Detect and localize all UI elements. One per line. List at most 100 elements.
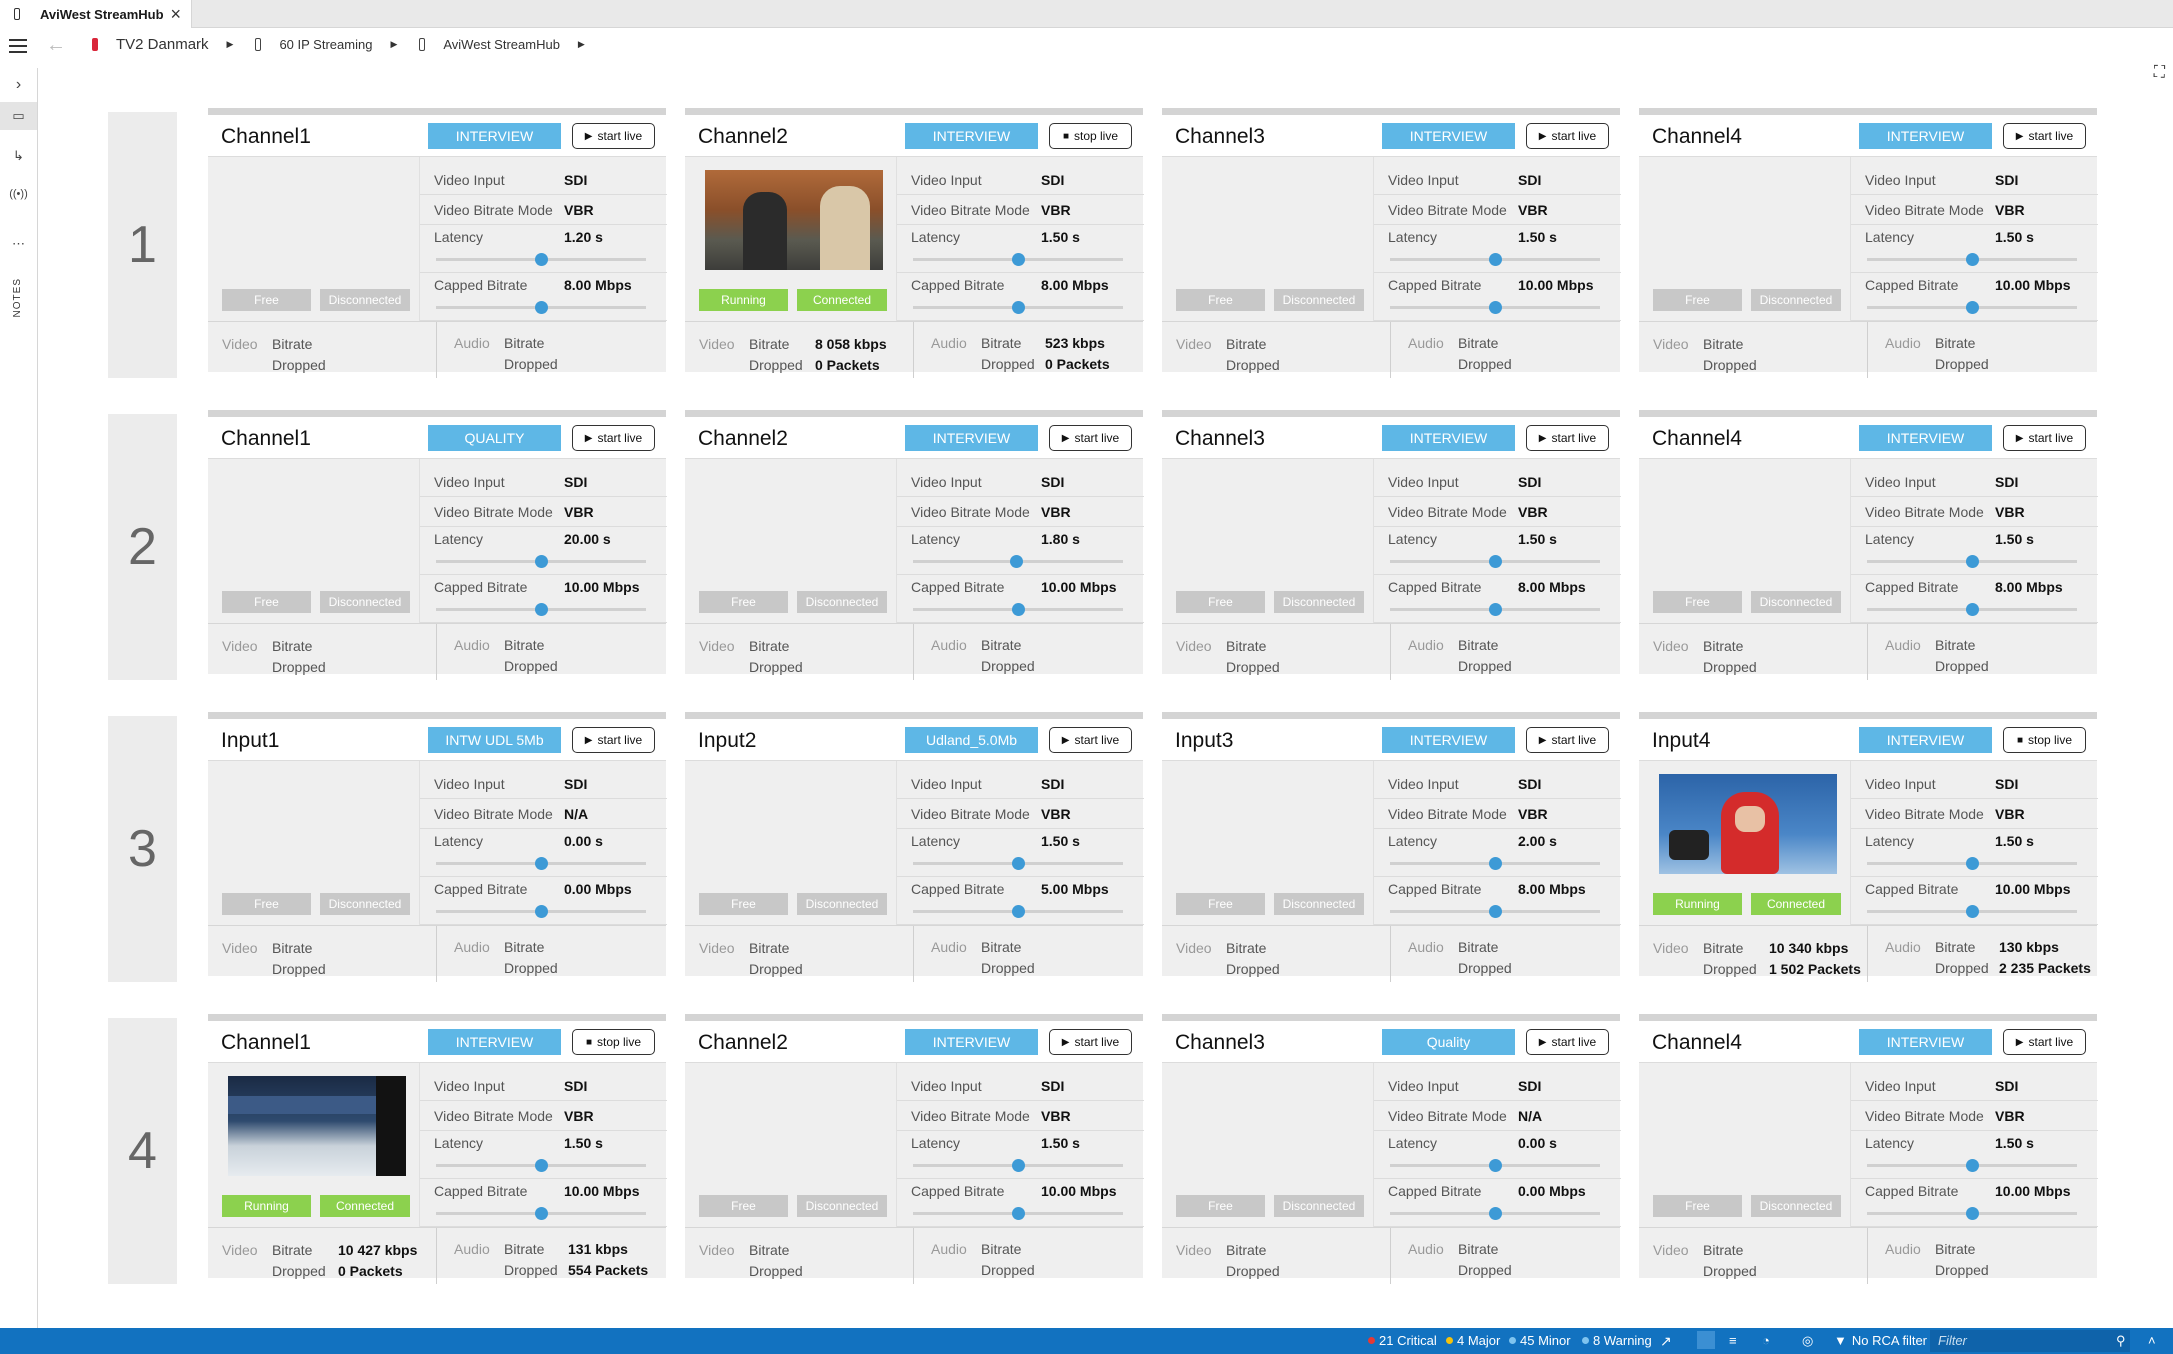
latency-slider[interactable] — [1867, 555, 2077, 568]
latency-slider[interactable] — [913, 857, 1123, 870]
profile-button[interactable]: Udland_5.0Mb — [905, 727, 1038, 753]
setting-value[interactable]: SDI — [1518, 474, 1541, 490]
capped-slider[interactable] — [913, 301, 1123, 314]
capped-slider[interactable] — [1390, 1207, 1600, 1220]
live-toggle-button[interactable]: ▶ start live — [1526, 123, 1609, 149]
setting-value[interactable]: VBR — [564, 1108, 594, 1124]
slider-handle[interactable] — [1489, 603, 1502, 616]
capped-slider[interactable] — [436, 603, 646, 616]
slider-handle[interactable] — [535, 905, 548, 918]
slider-handle[interactable] — [1489, 555, 1502, 568]
profile-button[interactable]: Quality — [1382, 1029, 1515, 1055]
live-toggle-button[interactable]: ■ stop live — [572, 1029, 655, 1055]
setting-value[interactable]: N/A — [1518, 1108, 1542, 1124]
clock-icon[interactable]: ◔ — [1762, 1333, 1770, 1348]
setting-value[interactable]: SDI — [564, 776, 587, 792]
sort-icon[interactable]: ≡ — [1729, 1333, 1737, 1348]
setting-value[interactable]: VBR — [1995, 1108, 2025, 1124]
live-toggle-button[interactable]: ■ stop live — [1049, 123, 1132, 149]
live-toggle-button[interactable]: ▶ start live — [1526, 727, 1609, 753]
slider-handle[interactable] — [1966, 253, 1979, 266]
setting-value[interactable]: SDI — [564, 172, 587, 188]
setting-value[interactable]: VBR — [564, 202, 594, 218]
profile-button[interactable]: INTERVIEW — [1382, 727, 1515, 753]
setting-value[interactable]: SDI — [1041, 172, 1064, 188]
setting-value[interactable]: VBR — [1041, 806, 1071, 822]
profile-button[interactable]: INTERVIEW — [1859, 123, 1992, 149]
more-icon[interactable]: ⋯ — [0, 233, 37, 255]
video-preview[interactable] — [705, 170, 883, 270]
setting-value[interactable]: VBR — [1518, 202, 1548, 218]
capped-slider[interactable] — [1867, 603, 2077, 616]
capped-slider[interactable] — [1867, 905, 2077, 918]
slider-handle[interactable] — [1489, 301, 1502, 314]
profile-button[interactable]: INTERVIEW — [1382, 425, 1515, 451]
slider-handle[interactable] — [1489, 1207, 1502, 1220]
live-toggle-button[interactable]: ▶ start live — [1526, 425, 1609, 451]
live-toggle-button[interactable]: ▶ start live — [1049, 425, 1132, 451]
latency-slider[interactable] — [913, 555, 1123, 568]
capped-slider[interactable] — [1867, 301, 2077, 314]
document-tab[interactable]: AviWest StreamHub × — [0, 0, 192, 28]
breadcrumb-item-tv2[interactable]: TV2 Danmark ▶ — [92, 36, 233, 53]
capped-slider[interactable] — [1390, 905, 1600, 918]
caret-right-icon[interactable]: ▶ — [390, 39, 397, 50]
filter-input[interactable]: Filter — [1930, 1330, 2130, 1352]
slider-handle[interactable] — [1012, 905, 1025, 918]
notes-tab[interactable]: NOTES — [12, 278, 23, 317]
latency-slider[interactable] — [1390, 253, 1600, 266]
slider-handle[interactable] — [1966, 555, 1979, 568]
profile-button[interactable]: INTERVIEW — [428, 123, 561, 149]
setting-value[interactable]: SDI — [1041, 474, 1064, 490]
slider-handle[interactable] — [1012, 857, 1025, 870]
setting-value[interactable]: SDI — [1995, 474, 2018, 490]
major-count[interactable]: 4 Major — [1446, 1333, 1500, 1348]
latency-slider[interactable] — [913, 1159, 1123, 1172]
profile-button[interactable]: INTW UDL 5Mb — [428, 727, 561, 753]
setting-value[interactable]: VBR — [1518, 806, 1548, 822]
setting-value[interactable]: VBR — [1041, 1108, 1071, 1124]
monitor-icon[interactable]: ▭ — [0, 102, 37, 130]
capped-slider[interactable] — [1390, 603, 1600, 616]
slider-handle[interactable] — [1966, 1207, 1979, 1220]
slider-handle[interactable] — [1966, 603, 1979, 616]
live-toggle-button[interactable]: ▶ start live — [572, 727, 655, 753]
profile-button[interactable]: INTERVIEW — [1382, 123, 1515, 149]
slider-handle[interactable] — [1012, 253, 1025, 266]
profile-button[interactable]: INTERVIEW — [428, 1029, 561, 1055]
rca-filter[interactable]: ▼ No RCA filter — [1834, 1333, 1927, 1348]
setting-value[interactable]: SDI — [564, 474, 587, 490]
latency-slider[interactable] — [1390, 1159, 1600, 1172]
profile-button[interactable]: INTERVIEW — [1859, 727, 1992, 753]
slider-handle[interactable] — [535, 555, 548, 568]
profile-button[interactable]: INTERVIEW — [905, 1029, 1038, 1055]
topology-icon[interactable]: ↳ — [0, 142, 37, 170]
setting-value[interactable]: SDI — [1041, 1078, 1064, 1094]
slider-handle[interactable] — [535, 301, 548, 314]
latency-slider[interactable] — [436, 1159, 646, 1172]
expand-chevron-icon[interactable]: › — [0, 72, 37, 98]
latency-slider[interactable] — [1390, 555, 1600, 568]
setting-value[interactable]: VBR — [1995, 806, 2025, 822]
profile-button[interactable]: INTERVIEW — [1859, 1029, 1992, 1055]
slider-handle[interactable] — [1012, 603, 1025, 616]
slider-handle[interactable] — [1966, 857, 1979, 870]
back-arrow-icon[interactable]: ← — [46, 34, 66, 57]
capped-slider[interactable] — [436, 301, 646, 314]
profile-button[interactable]: INTERVIEW — [1859, 425, 1992, 451]
setting-value[interactable]: VBR — [1518, 504, 1548, 520]
slider-handle[interactable] — [1012, 1207, 1025, 1220]
chart-icon[interactable]: ↗ — [1660, 1333, 1672, 1350]
setting-value[interactable]: SDI — [1518, 776, 1541, 792]
capped-slider[interactable] — [913, 603, 1123, 616]
slider-handle[interactable] — [1489, 253, 1502, 266]
latency-slider[interactable] — [1867, 253, 2077, 266]
profile-button[interactable]: QUALITY — [428, 425, 561, 451]
slider-handle[interactable] — [1012, 1159, 1025, 1172]
setting-value[interactable]: N/A — [564, 806, 588, 822]
capped-slider[interactable] — [913, 905, 1123, 918]
fullscreen-icon[interactable]: ⛶ — [2154, 64, 2165, 82]
slider-handle[interactable] — [1489, 857, 1502, 870]
video-preview[interactable] — [228, 1076, 406, 1176]
latency-slider[interactable] — [436, 555, 646, 568]
